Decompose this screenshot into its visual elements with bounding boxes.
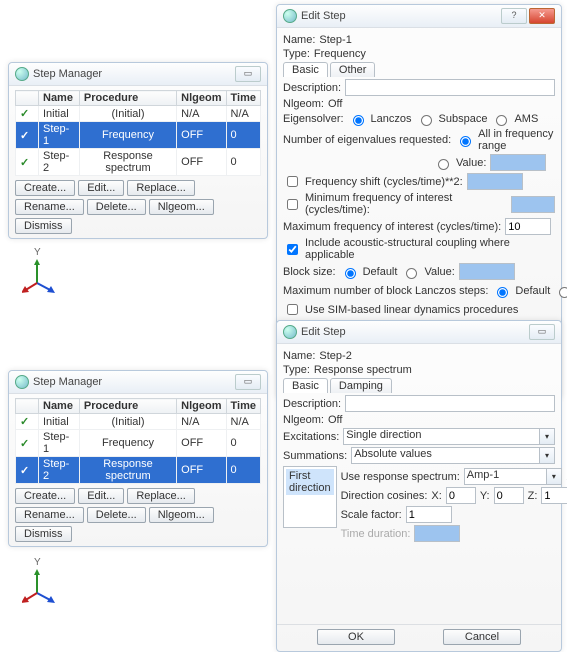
- table-row: ✓Initial(Initial)N/AN/A: [16, 414, 261, 430]
- title: Step Manager: [33, 68, 102, 80]
- response-spectrum-combo[interactable]: Amp-1▾: [464, 468, 562, 485]
- list-item: [286, 509, 334, 523]
- dir-x-input[interactable]: [446, 487, 476, 504]
- step-name: Step-1: [319, 34, 351, 46]
- axis-triad: Y: [22, 565, 62, 605]
- list-item: [286, 495, 334, 509]
- maxfreq-input[interactable]: [505, 218, 551, 235]
- titlebar: Edit Step ▭: [277, 321, 561, 344]
- title: Step Manager: [33, 376, 102, 388]
- col-nlgeom: Nlgeom: [177, 91, 226, 106]
- eig-subspace[interactable]: [421, 115, 432, 126]
- col-procedure: Procedure: [79, 399, 176, 414]
- ok-button[interactable]: OK: [317, 629, 395, 645]
- nlgeom-value: Off: [328, 414, 342, 426]
- acoustic-check[interactable]: [287, 244, 298, 255]
- excitations-combo[interactable]: Single direction▾: [343, 428, 555, 445]
- summations-combo[interactable]: Absolute values▾: [351, 447, 555, 464]
- axis-triad: Y: [22, 255, 62, 295]
- edit-step-dialog-2: Edit Step ▭ Name: Step-2 Type: Response …: [276, 320, 562, 652]
- collapse-button[interactable]: ▭: [235, 66, 261, 82]
- cancel-button[interactable]: Cancel: [443, 629, 521, 645]
- nlgeom-button[interactable]: Nlgeom...: [149, 507, 214, 523]
- sim-check[interactable]: [287, 304, 298, 315]
- app-icon: [15, 375, 29, 389]
- direction-list[interactable]: First direction: [283, 466, 337, 528]
- title: Edit Step: [301, 10, 346, 22]
- col-name: Name: [39, 399, 80, 414]
- table-row: ✓Step-2Response spectrumOFF0: [16, 457, 261, 484]
- maxblock-default[interactable]: [497, 287, 508, 298]
- col-time: Time: [226, 91, 261, 106]
- edit-button[interactable]: Edit...: [78, 180, 124, 196]
- rename-button[interactable]: Rename...: [15, 199, 84, 215]
- create-button[interactable]: Create...: [15, 180, 75, 196]
- table-row: ✓Step-2Response spectrumOFF0: [16, 149, 261, 176]
- collapse-button[interactable]: ▭: [529, 324, 555, 340]
- nlgeom-value: Off: [328, 98, 342, 110]
- numeig-all[interactable]: [460, 136, 471, 147]
- step-type: Response spectrum: [314, 364, 412, 376]
- rename-button[interactable]: Rename...: [15, 507, 84, 523]
- minfreq-input[interactable]: [511, 196, 555, 213]
- edit-button[interactable]: Edit...: [78, 488, 124, 504]
- numeig-value[interactable]: [438, 159, 449, 170]
- collapse-button[interactable]: ▭: [235, 374, 261, 390]
- step-table[interactable]: Name Procedure Nlgeom Time ✓Initial(Init…: [15, 398, 261, 484]
- delete-button[interactable]: Delete...: [87, 507, 146, 523]
- col-nlgeom: Nlgeom: [177, 399, 226, 414]
- step-type: Frequency: [314, 48, 366, 60]
- description-input[interactable]: [345, 79, 555, 96]
- step-manager-dialog-1: Step Manager ▭ Name Procedure Nlgeom Tim…: [8, 62, 268, 239]
- step-manager-dialog-2: Step Manager ▭ Name Procedure Nlgeom Tim…: [8, 370, 268, 547]
- freqshift-input[interactable]: [467, 173, 523, 190]
- list-item[interactable]: First direction: [286, 469, 334, 495]
- titlebar: Step Manager ▭: [9, 371, 267, 394]
- dir-y-input[interactable]: [494, 487, 524, 504]
- dismiss-button[interactable]: Dismiss: [15, 526, 72, 542]
- nlgeom-button[interactable]: Nlgeom...: [149, 199, 214, 215]
- dir-z-input[interactable]: [541, 487, 567, 504]
- description-input[interactable]: [345, 395, 555, 412]
- help-button[interactable]: ?: [501, 8, 527, 24]
- app-icon: [15, 67, 29, 81]
- tab-basic[interactable]: Basic: [283, 62, 328, 77]
- maxblock-value[interactable]: [559, 287, 567, 298]
- eig-lanczos[interactable]: [353, 115, 364, 126]
- table-row: ✓Step-1FrequencyOFF0: [16, 122, 261, 149]
- close-button[interactable]: ✕: [529, 8, 555, 24]
- numeig-input[interactable]: [490, 154, 546, 171]
- time-duration-input: [414, 525, 460, 542]
- col-time: Time: [226, 399, 261, 414]
- block-input[interactable]: [459, 263, 515, 280]
- dismiss-button[interactable]: Dismiss: [15, 218, 72, 234]
- app-icon: [283, 9, 297, 23]
- col-procedure: Procedure: [79, 91, 176, 106]
- col-name: Name: [39, 91, 80, 106]
- replace-button[interactable]: Replace...: [127, 180, 195, 196]
- block-value[interactable]: [406, 268, 417, 279]
- minfreq-check[interactable]: [287, 199, 298, 210]
- replace-button[interactable]: Replace...: [127, 488, 195, 504]
- table-row: ✓Step-1FrequencyOFF0: [16, 430, 261, 457]
- app-icon: [283, 325, 297, 339]
- delete-button[interactable]: Delete...: [87, 199, 146, 215]
- block-default[interactable]: [345, 268, 356, 279]
- scale-input[interactable]: [406, 506, 452, 523]
- create-button[interactable]: Create...: [15, 488, 75, 504]
- tab-other[interactable]: Other: [330, 62, 376, 77]
- step-name: Step-2: [319, 350, 351, 362]
- tab-basic[interactable]: Basic: [283, 378, 328, 393]
- step-table[interactable]: Name Procedure Nlgeom Time ✓Initial(Init…: [15, 90, 261, 176]
- title: Edit Step: [301, 326, 346, 338]
- titlebar: Edit Step ? ✕: [277, 5, 561, 28]
- eig-ams[interactable]: [496, 115, 507, 126]
- freqshift-check[interactable]: [287, 176, 298, 187]
- table-row: ✓Initial(Initial)N/AN/A: [16, 106, 261, 122]
- tab-damping[interactable]: Damping: [330, 378, 392, 393]
- titlebar: Step Manager ▭: [9, 63, 267, 86]
